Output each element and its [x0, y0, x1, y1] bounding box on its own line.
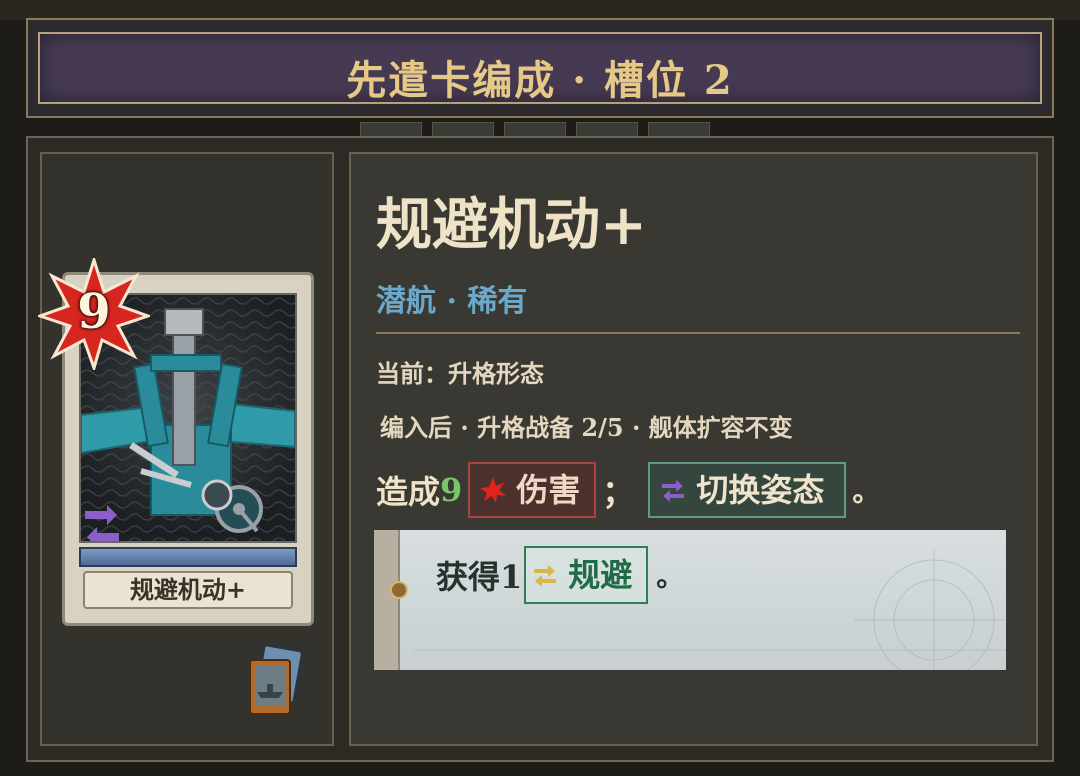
stance-keyword[interactable]: 切换姿态 [648, 462, 847, 518]
evade-keyword[interactable]: 规避 [524, 546, 649, 604]
divider [376, 332, 1020, 334]
effect-text: 造成9 伤害 ； 切换姿态。 [376, 462, 881, 518]
evade-swap-icon [534, 565, 557, 587]
stance-swap-icon [662, 480, 685, 502]
upgrade-info: 编入后 · 升格战备 2/5 · 舰体扩容不变 [380, 413, 793, 442]
card-cost: 9 [77, 284, 111, 340]
card-name-plate: 规避机动+ [83, 571, 293, 609]
top-border [0, 0, 1080, 20]
bonus-scroll: 获得1 规避。 [374, 530, 1006, 670]
stance-keyword-label: 切换姿态 [696, 471, 825, 509]
bonus-prefix: 获得1 [436, 558, 523, 596]
bonus-text: 获得1 规避。 [436, 546, 684, 604]
effect-separator: ； [602, 473, 635, 511]
card-title: 规避机动+ [376, 192, 647, 258]
scroll-rod [374, 530, 400, 670]
title-plate: 先遣卡编成 · 槽位 2 [38, 32, 1042, 104]
evade-keyword-label: 规避 [568, 556, 633, 594]
page-title: 先遣卡编成 · 槽位 2 [346, 57, 734, 104]
current-form: 当前：升格形态 [376, 359, 544, 388]
bonus-end: 。 [656, 560, 685, 593]
title-bar: 先遣卡编成 · 槽位 2 [26, 18, 1054, 118]
damage-keyword-label: 伤害 [516, 471, 581, 509]
card-gauge [79, 547, 297, 567]
scroll-knob [390, 581, 408, 599]
effect-end: 。 [852, 475, 881, 508]
damage-burst-icon [480, 477, 507, 503]
cost-badge: 9 [35, 254, 153, 373]
damage-keyword[interactable]: 伤害 [468, 462, 597, 518]
effect-prefix: 造成 [376, 473, 441, 511]
damage-value: 9 [440, 471, 463, 509]
card-subtitle: 潜航 · 稀有 [376, 284, 528, 319]
deck-icon[interactable] [246, 644, 304, 718]
